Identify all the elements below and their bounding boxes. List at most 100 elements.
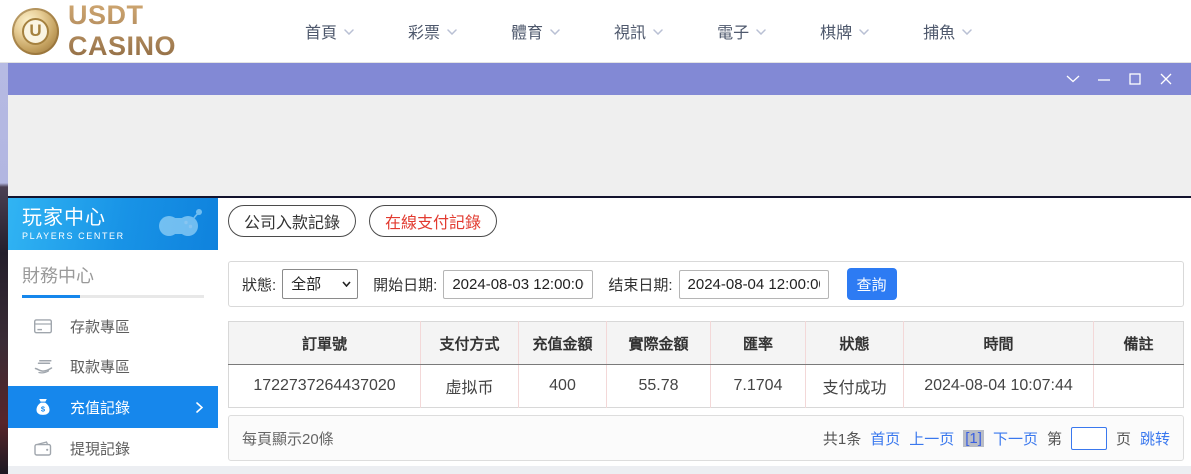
deposit-records-table: 訂單號 支付方式 充值金額 實際金額 匯率 狀態 時間 備註 172273726… [228,321,1184,408]
section-underline [22,295,204,298]
chevron-right-icon [196,402,203,413]
current-page[interactable]: [1] [963,430,984,447]
sidebar-item-label: 取款專區 [70,356,130,377]
end-date-input[interactable] [679,270,829,299]
minimize-icon[interactable] [1088,63,1119,95]
next-page-link[interactable]: 下一页 [993,428,1038,449]
sidebar-item-label: 存款專區 [70,316,130,337]
pagination-bar: 每頁顯示20條 共1条 首页 上一页 [1] 下一页 第 页 跳转 [228,415,1184,461]
status-label: 狀態: [242,274,276,295]
window-titlebar[interactable] [8,63,1191,95]
prev-page-link[interactable]: 上一页 [909,428,954,449]
sidebar: 玩家中心 PLAYERS CENTER 財務中心 [8,198,218,466]
tab-online-payment-records[interactable]: 在線支付記錄 [369,205,497,237]
deposit-card-icon [33,319,53,334]
section-underline-accent [22,295,80,298]
tab-company-deposit-records[interactable]: 公司入款記錄 [228,205,356,237]
sidebar-item-label: 充值記錄 [70,397,130,418]
start-date-label: 開始日期: [373,274,437,295]
nav-item-label: 棋牌 [820,19,852,43]
col-header-pay-method: 支付方式 [421,322,519,365]
sidebar-menu: 存款專區 取款專區 $ 充值記錄 [8,298,218,468]
cell-time: 2024-08-04 10:07:44 [904,365,1094,408]
nav-item-chess[interactable]: 棋牌 [793,0,896,63]
search-button[interactable]: 查詢 [847,268,897,300]
withdraw-hand-icon [33,359,53,374]
cell-actual-amount: 55.78 [607,365,711,408]
nav-item-label: 電子 [717,19,749,43]
nav-item-label: 捕魚 [923,19,955,43]
nav-item-label: 體育 [511,19,543,43]
col-header-exchange-rate: 匯率 [711,322,806,365]
top-navbar: U USDT CASINO 首頁 彩票 體育 視訊 電子 棋牌 捕魚 [0,0,1191,63]
nav-item-home[interactable]: 首頁 [278,0,381,63]
chevron-down-icon [344,29,354,35]
moneybag-icon: $ [33,398,53,416]
logo-text: USDT CASINO [68,0,250,62]
col-header-actual-amount: 實際金額 [607,322,711,365]
nav-item-sports[interactable]: 體育 [484,0,587,63]
page-size-text: 每頁顯示20條 [242,428,334,449]
nav-item-electronic[interactable]: 電子 [690,0,793,63]
status-select-wrap: 全部 [282,269,358,299]
page-suffix-text: 页 [1116,428,1131,449]
nav-item-lottery[interactable]: 彩票 [381,0,484,63]
col-header-recharge-amount: 充值金額 [519,322,607,365]
col-header-order-no: 訂單號 [229,322,421,365]
nav-item-label: 首頁 [305,19,337,43]
col-header-time: 時間 [904,322,1094,365]
status-select[interactable]: 全部 [282,269,358,299]
sidebar-title: 玩家中心 [22,207,125,229]
logo-monogram: U [22,18,49,45]
total-count-text: 共1条 [823,428,861,449]
nav-item-fishing[interactable]: 捕魚 [896,0,999,63]
pager: 共1条 首页 上一页 [1] 下一页 第 页 跳转 [823,427,1170,450]
close-icon[interactable] [1150,63,1181,95]
sidebar-item-withdrawal-records[interactable]: 提現記錄 [8,428,218,468]
chevron-down-icon [447,29,457,35]
nav-item-label: 彩票 [408,19,440,43]
player-center-content: 玩家中心 PLAYERS CENTER 財務中心 [8,198,1191,466]
sidebar-item-withdraw-zone[interactable]: 取款專區 [8,346,218,386]
sidebar-subtitle: PLAYERS CENTER [22,231,125,241]
jump-link[interactable]: 跳转 [1140,428,1170,449]
table-row: 1722737264437020 虚拟币 400 55.78 7.1704 支付… [229,365,1184,408]
gamepad-icon [154,207,206,241]
col-header-status: 狀態 [806,322,904,365]
cell-recharge-amount: 400 [519,365,607,408]
chevron-down-icon [962,29,972,35]
players-center-titles: 玩家中心 PLAYERS CENTER [22,207,125,241]
site-logo[interactable]: U USDT CASINO [0,0,250,62]
logo-icon: U [12,8,59,55]
chevron-down-icon [550,29,560,35]
nav-item-label: 視訊 [614,19,646,43]
end-date-label: 结束日期: [608,274,672,295]
first-page-link[interactable]: 首页 [870,428,900,449]
maximize-icon[interactable] [1119,63,1150,95]
nav-item-video[interactable]: 視訊 [587,0,690,63]
sidebar-item-label: 提現記錄 [70,438,130,459]
filter-panel: 狀態: 全部 開始日期: 结束日期: 查詢 [228,261,1184,307]
cell-status: 支付成功 [806,365,904,408]
page-background-strip [0,63,8,474]
sidebar-item-deposit-zone[interactable]: 存款專區 [8,306,218,346]
table-header-row: 訂單號 支付方式 充值金額 實際金額 匯率 狀態 時間 備註 [229,322,1184,365]
chevron-down-icon [859,29,869,35]
sidebar-item-recharge-records[interactable]: $ 充值記錄 [8,386,218,428]
record-tabs: 公司入款記錄 在線支付記錄 [228,205,1184,237]
player-center-window: 玩家中心 PLAYERS CENTER 財務中心 [8,63,1191,474]
page-prefix-text: 第 [1047,428,1062,449]
main-navigation: 首頁 彩票 體育 視訊 電子 棋牌 捕魚 [278,0,999,63]
records-panel: 公司入款記錄 在線支付記錄 狀態: 全部 開始日期: 结束日期: 查詢 [218,198,1191,466]
start-date-input[interactable] [443,270,593,299]
page-number-input[interactable] [1071,427,1107,450]
col-header-remark: 備註 [1094,322,1184,365]
chevron-down-icon [756,29,766,35]
cell-remark [1094,365,1184,408]
cell-pay-method: 虚拟币 [421,365,519,408]
chevron-down-icon [653,29,663,35]
collapse-icon[interactable] [1057,63,1088,95]
finance-section-title: 財務中心 [8,250,218,295]
window-blank-area [8,95,1191,196]
wallet-icon [33,441,53,456]
